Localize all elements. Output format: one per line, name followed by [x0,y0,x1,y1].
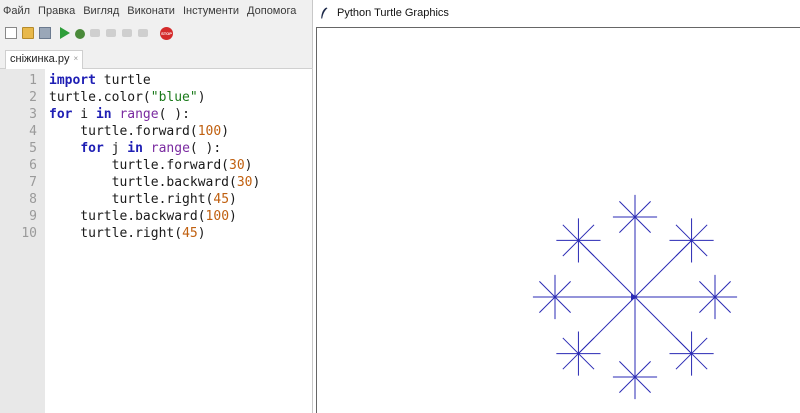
snowflake-branch [699,296,716,313]
menu-view[interactable]: Вигляд [83,5,119,17]
tab-snowflake-py[interactable]: сніжинка.py × [5,50,84,69]
snowflake-branch [562,353,579,370]
snowflake-branch [634,201,651,218]
line-number: 4 [29,124,37,139]
code-text: for i in range( ): [49,107,190,122]
line-number: 6 [29,158,37,173]
code-text: turtle.color("blue") [49,90,206,105]
code-line: 5 for j in range( ): [0,140,312,157]
snowflake-branch [675,240,692,257]
snowflake-branch [539,281,556,298]
code-text: for j in range( ): [80,141,222,156]
snowflake-branch [578,240,595,257]
snowflake-branch [619,216,636,233]
snowflake-branch [619,376,636,393]
code-line: 8 turtle.right(45) [0,191,312,208]
snowflake-branch [619,361,636,378]
code-text: turtle.backward(30) [49,175,261,190]
tab-label: сніжинка.py [10,53,70,65]
save-icon[interactable] [39,27,51,39]
snowflake-branch [554,281,571,298]
snowflake-branch [675,337,692,354]
snowflake-branch [562,337,579,354]
code-text: turtle.forward(100) [49,124,230,139]
line-number: 3 [29,107,37,122]
turtle-canvas [316,27,800,413]
line-number: 1 [29,73,37,88]
code-line: 6 turtle.forward(30) [0,157,312,174]
resume-icon[interactable] [138,29,148,37]
feather-icon [321,7,328,19]
turtle-graphics-window: Python Turtle Graphics [314,0,800,413]
toolbar: STOP [0,24,313,42]
code-line: 10 turtle.right(45) [0,225,312,242]
snowflake-branch [562,240,579,257]
code-text: turtle.backward(100) [49,209,237,224]
snowflake-branch [691,353,708,370]
line-number: 8 [29,192,37,207]
line-number: 5 [29,141,37,156]
snowflake-branch [634,376,651,393]
code-line: 2 turtle.color("blue") [0,89,312,106]
editor-tab-bar: сніжинка.py × [0,49,313,69]
snowflake-branch [634,361,651,378]
new-file-icon[interactable] [5,27,17,39]
ide-window: Файл Правка Вигляд Виконати Інстументи Д… [0,0,313,413]
snowflake-branch [714,281,731,298]
code-line: 4 turtle.forward(100) [0,123,312,140]
snowflake-drawing [532,194,738,400]
snowflake-branch [714,296,731,313]
code-line: 9 turtle.backward(100) [0,208,312,225]
snowflake-branch [554,296,571,313]
menu-bar: Файл Правка Вигляд Виконати Інстументи Д… [0,0,313,22]
stop-label: STOP [161,30,172,36]
code-text: turtle.right(45) [49,226,206,241]
window-title: Python Turtle Graphics [337,7,449,19]
snowflake-branch [691,224,708,241]
code-text: turtle.forward(30) [49,158,253,173]
snowflake-branch [675,224,692,241]
open-folder-icon[interactable] [22,27,34,39]
snowflake-branch [539,296,556,313]
menu-tools[interactable]: Інстументи [183,5,239,17]
menu-run[interactable]: Виконати [127,5,175,17]
snowflake-branch [562,224,579,241]
line-number: 10 [21,226,37,241]
code-line: 3 for i in range( ): [0,106,312,123]
debug-icon[interactable] [75,28,85,39]
step-over-icon[interactable] [90,29,100,37]
snowflake-branch [634,216,651,233]
code-text: import turtle [49,73,151,88]
snowflake-branch [699,281,716,298]
snowflake-branch [691,337,708,354]
step-into-icon[interactable] [106,29,116,37]
snowflake-branch [578,224,595,241]
stop-icon[interactable]: STOP [160,26,173,40]
step-out-icon[interactable] [122,29,132,37]
snowflake-branch [691,240,708,257]
snowflake-branch [619,201,636,218]
menu-file[interactable]: Файл [3,5,30,17]
snowflake-branch [578,353,595,370]
line-number: 9 [29,209,37,224]
code-editor[interactable]: 1 import turtle 2 turtle.color("blue") 3 for … [0,69,312,413]
code-line: 7 turtle.backward(30) [0,174,312,191]
code-line: 1 import turtle [0,72,312,89]
menu-help[interactable]: Допомога [247,5,296,17]
window-title-bar: Python Turtle Graphics [314,0,800,26]
line-number: 7 [29,175,37,190]
snowflake-branch [675,353,692,370]
line-number: 2 [29,90,37,105]
tab-close-icon[interactable]: × [73,54,78,63]
menu-edit[interactable]: Правка [38,5,75,17]
code-text: turtle.right(45) [49,192,237,207]
run-icon[interactable] [60,27,70,39]
snowflake-branch [578,337,595,354]
